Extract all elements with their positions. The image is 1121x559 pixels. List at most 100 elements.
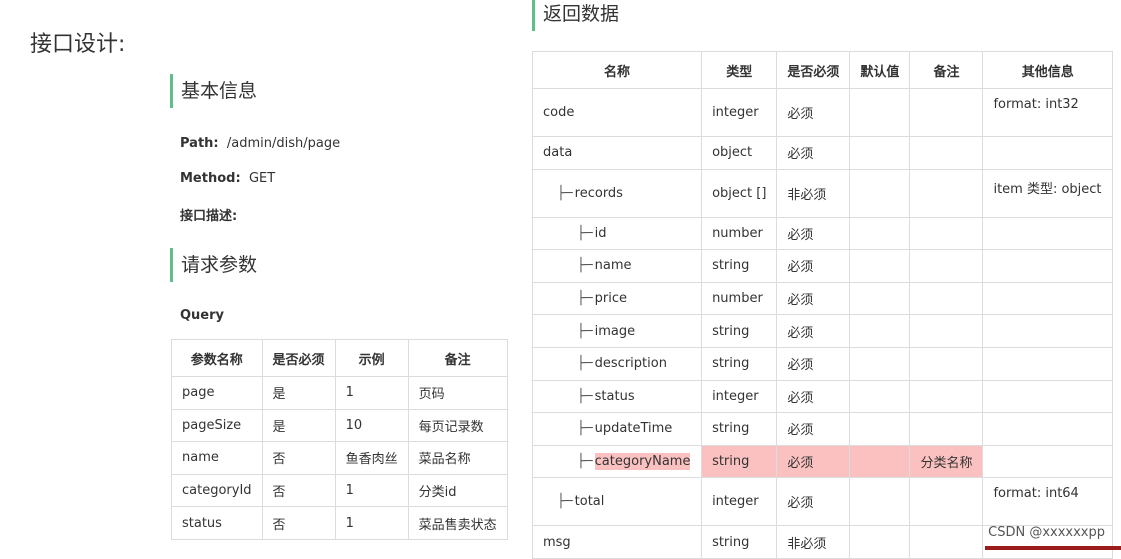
desc-row: 接口描述: (180, 205, 237, 224)
table-row: ├─ updateTime string 必须 (531, 412, 1113, 446)
path-label: Path: (180, 136, 219, 151)
field-name-cell: ├─ total (531, 477, 703, 527)
field-default (849, 216, 911, 251)
field-name: status (594, 388, 635, 404)
field-name: name (594, 258, 632, 274)
table-row: ├─ description string 必须 (531, 346, 1113, 381)
response-heading: 返回数据 (532, 0, 619, 31)
field-default (849, 88, 911, 137)
field-other (982, 136, 1113, 170)
cell: pageSize (171, 408, 263, 443)
field-other (982, 216, 1113, 251)
tree-branch-icon: ├─ (557, 185, 573, 201)
field-default (849, 412, 911, 446)
field-other (982, 346, 1113, 381)
field-default (849, 168, 911, 218)
field-name-cell: ├─ description (531, 346, 703, 381)
field-type: string (701, 444, 778, 479)
field-other (982, 249, 1113, 283)
field-other (982, 412, 1113, 446)
field-name-cell: ├─ updateTime (531, 412, 703, 446)
column-header: 示例 (334, 339, 409, 377)
field-required: 必须 (776, 281, 851, 316)
response-table: 名称 类型 是否必须 默认值 备注 其他信息 code integer 必须 f… (531, 51, 1113, 559)
table-row: ├─ id number 必须 (531, 216, 1113, 251)
cell: 1 (334, 506, 409, 540)
cell: 1 (334, 376, 409, 410)
field-other (982, 444, 1113, 479)
field-default (849, 281, 911, 316)
field-other: format: int32 (982, 88, 1113, 137)
cell: 是 (261, 376, 336, 410)
table-row: data object 必须 (531, 136, 1113, 170)
field-name: total (574, 494, 605, 510)
cell: 是 (261, 408, 336, 443)
column-header: 是否必须 (261, 339, 336, 377)
field-type: string (701, 346, 778, 381)
column-header: 是否必须 (776, 51, 851, 89)
table-row: ├─ records object [] 非必须 item 类型: object (531, 168, 1113, 218)
method-row: Method: GET (180, 171, 275, 186)
field-name: records (574, 185, 623, 201)
tree-branch-icon: ├─ (577, 454, 593, 470)
tree-branch-icon: ├─ (577, 388, 593, 404)
field-default (849, 525, 911, 559)
table-row: name 否 鱼香肉丝 菜品名称 (171, 441, 508, 475)
column-header: 其他信息 (982, 51, 1113, 89)
tree-branch-icon: ├─ (577, 291, 593, 307)
field-type: number (701, 216, 778, 251)
field-required: 必须 (776, 216, 851, 251)
field-default (849, 346, 911, 381)
field-note (909, 379, 984, 414)
field-required: 必须 (776, 412, 851, 446)
field-other: item 类型: object (982, 168, 1113, 218)
field-type: integer (701, 477, 778, 527)
field-required: 非必须 (776, 168, 851, 218)
table-row: pageSize 是 10 每页记录数 (171, 408, 508, 443)
cell: 页码 (407, 376, 508, 410)
method-label: Method: (180, 171, 241, 186)
request-params-table: 参数名称 是否必须 示例 备注 page 是 1 页码 pageSize 是 1… (171, 339, 508, 540)
field-note (909, 136, 984, 170)
field-type: string (701, 249, 778, 283)
request-params-heading: 请求参数 (170, 248, 257, 282)
table-row: ├─ total integer 必须 format: int64 (531, 477, 1113, 527)
field-name-cell: ├─ categoryName (531, 444, 703, 479)
cell: 否 (261, 506, 336, 540)
field-required: 必须 (776, 346, 851, 381)
table-header-row: 参数名称 是否必须 示例 备注 (171, 339, 508, 377)
field-other (982, 379, 1113, 414)
field-default (849, 249, 911, 283)
table-row: categoryId 否 1 分类id (171, 473, 508, 508)
field-name: updateTime (594, 421, 673, 437)
path-row: Path: /admin/dish/page (180, 136, 340, 151)
field-note (909, 168, 984, 218)
field-name-cell: ├─ status (531, 379, 703, 414)
field-name-cell: ├─ image (531, 314, 703, 348)
field-note (909, 216, 984, 251)
field-required: 必须 (776, 249, 851, 283)
field-note (909, 477, 984, 527)
field-name: data (531, 136, 703, 170)
column-header: 默认值 (849, 51, 911, 89)
field-other (982, 314, 1113, 348)
column-header: 参数名称 (171, 339, 263, 377)
column-header: 备注 (407, 339, 508, 377)
tree-branch-icon: ├─ (577, 258, 593, 274)
field-name: id (594, 225, 607, 241)
cell: 分类id (407, 473, 508, 508)
table-row: ├─ price number 必须 (531, 281, 1113, 316)
cell: 菜品名称 (407, 441, 508, 475)
cell: name (171, 441, 263, 475)
table-row-highlighted: ├─ categoryName string 必须 分类名称 (531, 444, 1113, 479)
field-name-cell: ├─ records (531, 168, 703, 218)
field-name: description (594, 356, 667, 372)
cell: 每页记录数 (407, 408, 508, 443)
cell: status (171, 506, 263, 540)
cell: 鱼香肉丝 (334, 441, 409, 475)
tree-branch-icon: ├─ (577, 225, 593, 241)
field-required: 必须 (776, 314, 851, 348)
query-label: Query (180, 308, 225, 323)
field-note (909, 88, 984, 137)
field-type: object [] (701, 168, 778, 218)
